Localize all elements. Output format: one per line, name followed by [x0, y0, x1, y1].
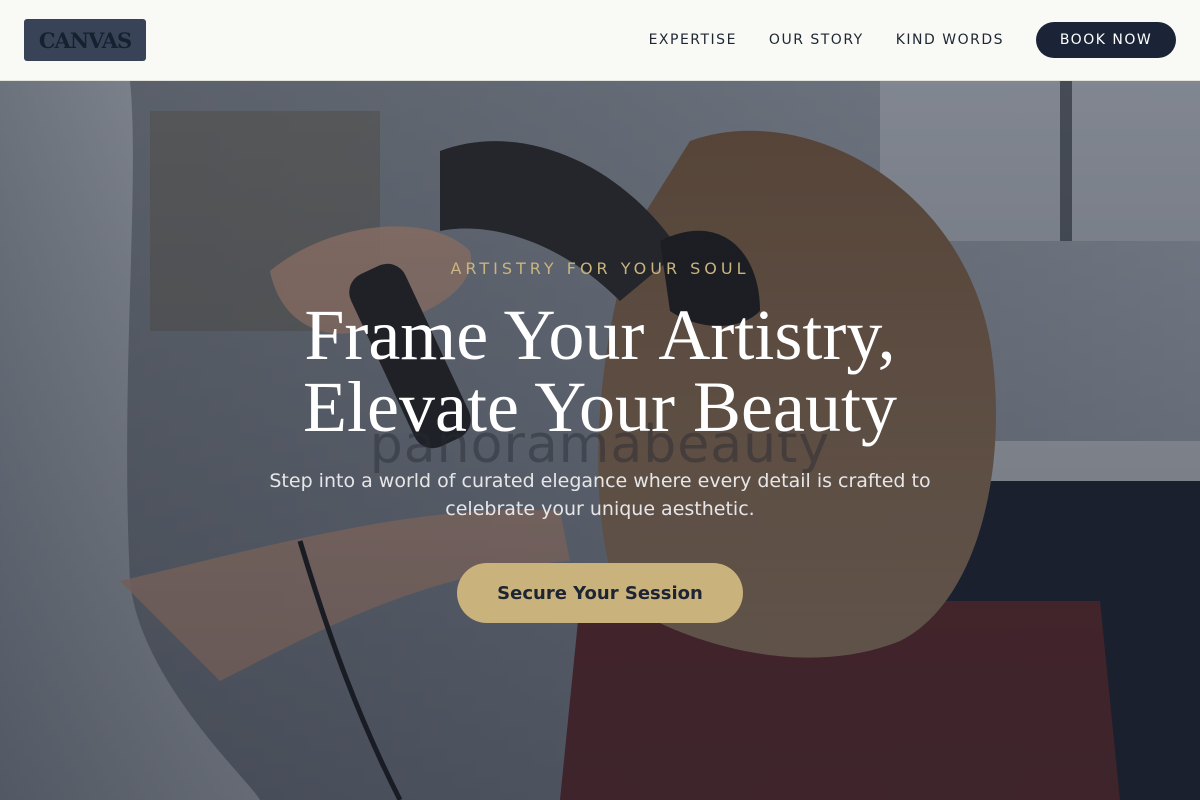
nav-link-expertise[interactable]: EXPERTISE: [649, 32, 737, 48]
logo[interactable]: CANVAS: [24, 19, 146, 61]
nav-link-our-story[interactable]: OUR STORY: [769, 32, 864, 48]
hero-headline-line-1: Frame Your Artistry,: [304, 295, 896, 375]
hero-content: ARTISTRY FOR YOUR SOUL panoramabeauty Fr…: [0, 81, 1200, 800]
book-now-button[interactable]: BOOK NOW: [1036, 22, 1176, 58]
hero-subtitle: Step into a world of curated elegance wh…: [269, 470, 931, 520]
nav-link-kind-words[interactable]: KIND WORDS: [896, 32, 1004, 48]
hero-section: ARTISTRY FOR YOUR SOUL panoramabeauty Fr…: [0, 81, 1200, 800]
hero-eyebrow: ARTISTRY FOR YOUR SOUL: [450, 259, 750, 278]
main-nav: EXPERTISE OUR STORY KIND WORDS BOOK NOW: [649, 22, 1176, 58]
logo-text: CANVAS: [38, 27, 132, 53]
hero-headline-line-2: Elevate Your Beauty: [303, 367, 897, 447]
hero-headline: Frame Your Artistry, Elevate Your Beauty: [0, 299, 1200, 443]
site-header: CANVAS EXPERTISE OUR STORY KIND WORDS BO…: [0, 0, 1200, 81]
secure-session-button[interactable]: Secure Your Session: [457, 563, 743, 623]
